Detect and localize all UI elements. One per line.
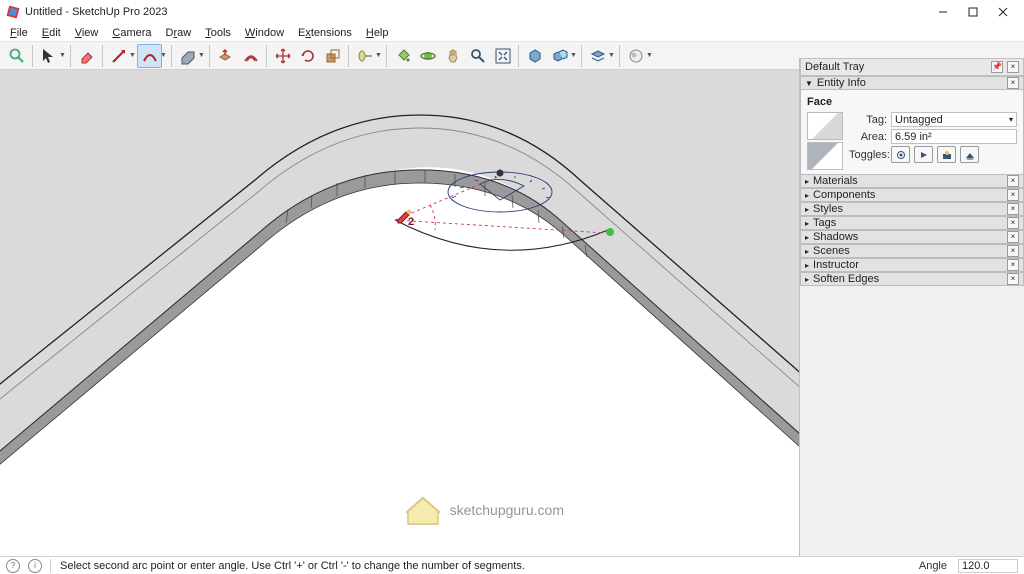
measure-label: Angle: [919, 560, 947, 572]
minimize-button[interactable]: [928, 1, 958, 23]
menu-draw[interactable]: Draw: [160, 26, 198, 40]
tag-dropdown[interactable]: Untagged▾: [891, 112, 1017, 127]
info-icon[interactable]: i: [28, 559, 42, 573]
select-tool-icon[interactable]: [36, 44, 61, 68]
watermark-logo-icon: [404, 494, 442, 526]
watermark: sketchupguru.com: [404, 494, 564, 526]
front-face-swatch[interactable]: [807, 112, 843, 140]
window-title: Untitled - SketchUp Pro 2023: [25, 6, 167, 18]
section-instructor[interactable]: ▸Instructor×: [800, 258, 1024, 272]
section-scenes[interactable]: ▸Scenes×: [800, 244, 1024, 258]
area-label: Area:: [849, 131, 887, 143]
tag-label: Tag:: [849, 114, 887, 126]
rotate-tool-icon[interactable]: [295, 44, 320, 68]
tray-close-icon[interactable]: ×: [1007, 61, 1019, 73]
section-shadows[interactable]: ▸Shadows×: [800, 230, 1024, 244]
viewport[interactable]: 2 sketchupguru.com: [0, 70, 799, 556]
menu-extensions[interactable]: Extensions: [292, 26, 358, 40]
layers-icon[interactable]: [585, 44, 610, 68]
select-dropdown-icon[interactable]: ▼: [59, 52, 66, 59]
paint-bucket-tool-icon[interactable]: [390, 44, 415, 68]
menu-bar: File Edit View Camera Draw Tools Window …: [0, 24, 1024, 42]
back-face-swatch[interactable]: [807, 142, 843, 170]
solid-tools-icon[interactable]: [547, 44, 572, 68]
section-tags[interactable]: ▸Tags×: [800, 216, 1024, 230]
move-tool-icon[interactable]: [270, 44, 295, 68]
section-materials[interactable]: ▸Materials×: [800, 174, 1024, 188]
toggle-lock-icon[interactable]: [914, 146, 933, 163]
eraser-tool-icon[interactable]: [74, 44, 99, 68]
entity-info-title: Entity Info: [817, 77, 866, 89]
entity-info-panel: Face Tag: Untagged▾ Area: 6.59 in² Toggl…: [800, 90, 1024, 174]
zoom-tool-icon[interactable]: [465, 44, 490, 68]
menu-view[interactable]: View: [69, 26, 105, 40]
close-button[interactable]: [988, 1, 1018, 23]
section-soften[interactable]: ▸Soften Edges×: [800, 272, 1024, 286]
toggle-hidden-icon[interactable]: [891, 146, 910, 163]
pan-tool-icon[interactable]: [440, 44, 465, 68]
model-canvas[interactable]: 2: [0, 70, 799, 556]
measure-input[interactable]: 120.0: [958, 559, 1018, 573]
status-hint: Select second arc point or enter angle. …: [59, 560, 911, 572]
3d-warehouse-icon[interactable]: [623, 44, 648, 68]
tray-header[interactable]: Default Tray 📌 ×: [800, 58, 1024, 76]
arc-dropdown-icon[interactable]: ▼: [160, 52, 167, 59]
toggle-shadows-cast-icon[interactable]: [960, 146, 979, 163]
tape-measure-tool-icon[interactable]: [352, 44, 377, 68]
section-components[interactable]: ▸Components×: [800, 188, 1024, 202]
entity-type-label: Face: [807, 94, 1017, 112]
menu-help[interactable]: Help: [360, 26, 395, 40]
menu-tools[interactable]: Tools: [199, 26, 237, 40]
rectangle-tool-icon[interactable]: [175, 44, 200, 68]
title-bar: Untitled - SketchUp Pro 2023: [0, 0, 1024, 24]
arc-tool-icon[interactable]: [137, 44, 162, 68]
tray-pin-icon[interactable]: 📌: [991, 61, 1003, 73]
shape-dropdown-icon[interactable]: ▼: [198, 52, 205, 59]
watermark-text: sketchupguru.com: [450, 502, 564, 518]
measure-dropdown-icon[interactable]: ▼: [375, 52, 382, 59]
maximize-button[interactable]: [958, 1, 988, 23]
app-icon: [6, 5, 20, 19]
menu-camera[interactable]: Camera: [106, 26, 157, 40]
help-icon[interactable]: ?: [6, 559, 20, 573]
menu-edit[interactable]: Edit: [36, 26, 67, 40]
toggles-label: Toggles:: [849, 149, 887, 161]
area-value: 6.59 in²: [891, 129, 1017, 144]
zoom-extents-tool-icon[interactable]: [490, 44, 515, 68]
line-dropdown-icon[interactable]: ▼: [129, 52, 136, 59]
svg-text:2: 2: [408, 216, 414, 228]
status-bar: ? i Select second arc point or enter ang…: [0, 556, 1024, 574]
section-styles[interactable]: ▸Styles×: [800, 202, 1024, 216]
toggle-shadows-receive-icon[interactable]: [937, 146, 956, 163]
layers-dropdown-icon[interactable]: ▼: [608, 52, 615, 59]
search-icon[interactable]: [4, 44, 29, 68]
panel-close-icon[interactable]: ×: [1007, 77, 1019, 89]
line-tool-icon[interactable]: [106, 44, 131, 68]
collapse-icon: ▼: [805, 79, 813, 88]
entity-info-header[interactable]: ▼ Entity Info ×: [800, 76, 1024, 90]
scale-tool-icon[interactable]: [320, 44, 345, 68]
orbit-tool-icon[interactable]: [415, 44, 440, 68]
offset-tool-icon[interactable]: [238, 44, 263, 68]
pushpull-tool-icon[interactable]: [213, 44, 238, 68]
menu-window[interactable]: Window: [239, 26, 290, 40]
outer-shell-icon[interactable]: [522, 44, 547, 68]
tray-title: Default Tray: [805, 61, 864, 73]
warehouse-dropdown-icon[interactable]: ▼: [646, 52, 653, 59]
menu-file[interactable]: File: [4, 26, 34, 40]
default-tray: Default Tray 📌 × ▼ Entity Info × Face Ta…: [799, 58, 1024, 556]
solid-dropdown-icon[interactable]: ▼: [570, 52, 577, 59]
